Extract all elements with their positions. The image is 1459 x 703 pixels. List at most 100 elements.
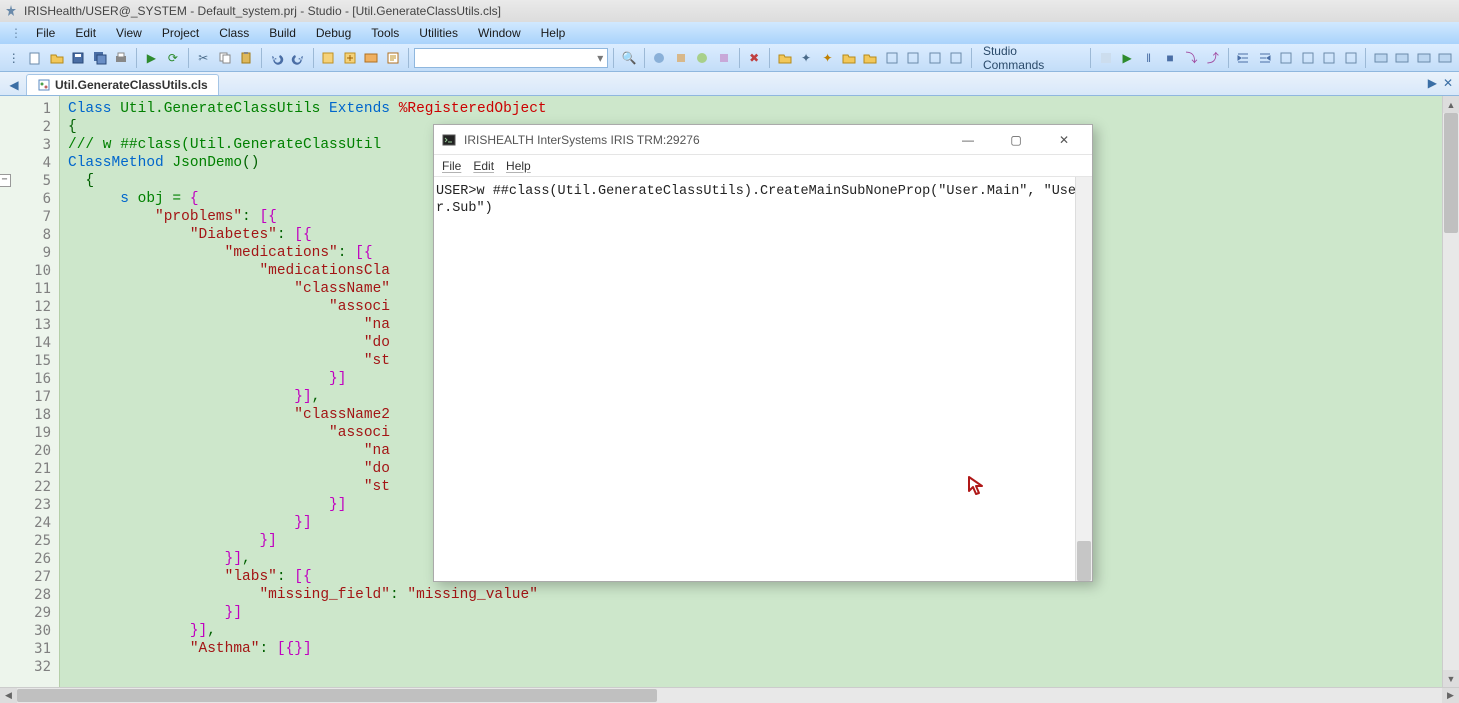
- tb-icon[interactable]: [714, 48, 733, 68]
- item-icon[interactable]: [362, 48, 381, 68]
- tb-icon[interactable]: [947, 48, 966, 68]
- outdent-icon[interactable]: [1255, 48, 1274, 68]
- line-gutter: 1234567891011121314151617181920212223242…: [0, 96, 60, 687]
- code-line[interactable]: Class Util.GenerateClassUtils Extends %R…: [68, 100, 1451, 118]
- code-line[interactable]: }],: [68, 622, 1451, 640]
- item-icon[interactable]: [319, 48, 338, 68]
- folder-icon[interactable]: [775, 48, 794, 68]
- tb-icon[interactable]: ✦: [818, 48, 837, 68]
- scroll-thumb[interactable]: [1077, 541, 1091, 581]
- tb-icon[interactable]: [882, 48, 901, 68]
- scroll-right-icon[interactable]: ▶: [1442, 688, 1459, 703]
- indent-icon[interactable]: [1234, 48, 1253, 68]
- terminal-title-text: IRISHEALTH InterSystems IRIS TRM:29276: [464, 133, 700, 147]
- toolbar-gripper[interactable]: ⋮: [4, 48, 23, 68]
- code-line[interactable]: "missing_field": "missing_value": [68, 586, 1451, 604]
- scroll-thumb[interactable]: [17, 689, 657, 702]
- menu-tools[interactable]: Tools: [361, 24, 409, 42]
- terminal-scrollbar[interactable]: [1075, 177, 1092, 581]
- panel-icon[interactable]: [1393, 48, 1412, 68]
- tb-icon[interactable]: [925, 48, 944, 68]
- item-icon[interactable]: [340, 48, 359, 68]
- terminal-menu-help[interactable]: Help: [506, 159, 531, 173]
- tab-nav-right-icon[interactable]: ▶: [1428, 76, 1437, 90]
- line-number: 1: [0, 100, 51, 118]
- terminal-body[interactable]: USER>w ##class(Util.GenerateClassUtils).…: [434, 177, 1092, 581]
- terminal-menu-edit[interactable]: Edit: [473, 159, 494, 173]
- tab-nav-left-icon[interactable]: ◀: [6, 75, 22, 95]
- tb-icon[interactable]: ✦: [796, 48, 815, 68]
- redo-icon[interactable]: [288, 48, 307, 68]
- folder-icon[interactable]: [861, 48, 880, 68]
- menubar-gripper[interactable]: ⋮: [6, 24, 26, 42]
- line-number: 12: [0, 298, 51, 316]
- menu-help[interactable]: Help: [531, 24, 576, 42]
- debug-run-icon[interactable]: ▶: [1117, 48, 1136, 68]
- find-combo[interactable]: ▾: [414, 48, 609, 68]
- print-icon[interactable]: [111, 48, 130, 68]
- menu-project[interactable]: Project: [152, 24, 209, 42]
- close-button[interactable]: ✕: [1044, 127, 1084, 153]
- line-number: 26: [0, 550, 51, 568]
- tb-icon[interactable]: [1298, 48, 1317, 68]
- toolbar-separator: [1365, 48, 1366, 68]
- tb-icon[interactable]: [671, 48, 690, 68]
- paste-icon[interactable]: [236, 48, 255, 68]
- tb-icon[interactable]: [1277, 48, 1296, 68]
- scroll-up-icon[interactable]: ▲: [1443, 96, 1459, 113]
- line-number: 32: [0, 658, 51, 676]
- item-icon[interactable]: [383, 48, 402, 68]
- find-icon[interactable]: 🔍: [619, 48, 638, 68]
- debug-stop-icon[interactable]: ■: [1160, 48, 1179, 68]
- debug-step-icon[interactable]: ⤴: [1203, 48, 1222, 68]
- undo-icon[interactable]: [267, 48, 286, 68]
- stop-icon[interactable]: ✖: [744, 48, 763, 68]
- tb-icon[interactable]: [693, 48, 712, 68]
- line-number: 24: [0, 514, 51, 532]
- debug-pause-icon[interactable]: ‖: [1139, 48, 1158, 68]
- debug-step-icon[interactable]: ⤵: [1182, 48, 1201, 68]
- save-icon[interactable]: [68, 48, 87, 68]
- scroll-track[interactable]: [17, 688, 662, 703]
- saveall-icon[interactable]: [90, 48, 109, 68]
- compile-icon[interactable]: ▶: [142, 48, 161, 68]
- code-line[interactable]: "Asthma": [{}]: [68, 640, 1451, 658]
- cut-icon[interactable]: ✂: [194, 48, 213, 68]
- tb-icon[interactable]: [650, 48, 669, 68]
- folder-icon[interactable]: [839, 48, 858, 68]
- panel-icon[interactable]: [1414, 48, 1433, 68]
- tb-icon[interactable]: [1319, 48, 1338, 68]
- terminal-menu-file[interactable]: File: [442, 159, 461, 173]
- scroll-left-icon[interactable]: ◀: [0, 688, 17, 703]
- open-icon[interactable]: [47, 48, 66, 68]
- copy-icon[interactable]: [215, 48, 234, 68]
- tab-close-icon[interactable]: ✕: [1443, 76, 1453, 90]
- tab-active[interactable]: Util.GenerateClassUtils.cls: [26, 74, 219, 95]
- build-icon[interactable]: ⟳: [163, 48, 182, 68]
- new-icon[interactable]: [25, 48, 44, 68]
- menu-window[interactable]: Window: [468, 24, 531, 42]
- terminal-titlebar[interactable]: IRISHEALTH InterSystems IRIS TRM:29276 —…: [434, 125, 1092, 155]
- editor-scrollbar-horizontal[interactable]: ◀ ▶: [0, 687, 1459, 703]
- debug-go-icon[interactable]: [1096, 48, 1115, 68]
- editor-scrollbar-vertical[interactable]: ▲ ▼: [1442, 96, 1459, 687]
- menu-utilities[interactable]: Utilities: [409, 24, 468, 42]
- menu-file[interactable]: File: [26, 24, 65, 42]
- panel-icon[interactable]: [1436, 48, 1455, 68]
- tb-icon[interactable]: [1341, 48, 1360, 68]
- code-line[interactable]: }]: [68, 604, 1451, 622]
- scroll-track[interactable]: [1443, 113, 1459, 670]
- panel-icon[interactable]: [1371, 48, 1390, 68]
- menu-class[interactable]: Class: [209, 24, 259, 42]
- terminal-window[interactable]: IRISHEALTH InterSystems IRIS TRM:29276 —…: [433, 124, 1093, 582]
- scroll-down-icon[interactable]: ▼: [1443, 670, 1459, 687]
- maximize-button[interactable]: ▢: [996, 127, 1036, 153]
- menu-view[interactable]: View: [106, 24, 152, 42]
- menu-build[interactable]: Build: [259, 24, 306, 42]
- menu-debug[interactable]: Debug: [306, 24, 361, 42]
- document-tabbar: ◀ Util.GenerateClassUtils.cls ▶ ✕: [0, 72, 1459, 96]
- tb-icon[interactable]: [904, 48, 923, 68]
- scroll-thumb[interactable]: [1444, 113, 1458, 233]
- minimize-button[interactable]: —: [948, 127, 988, 153]
- menu-edit[interactable]: Edit: [65, 24, 106, 42]
